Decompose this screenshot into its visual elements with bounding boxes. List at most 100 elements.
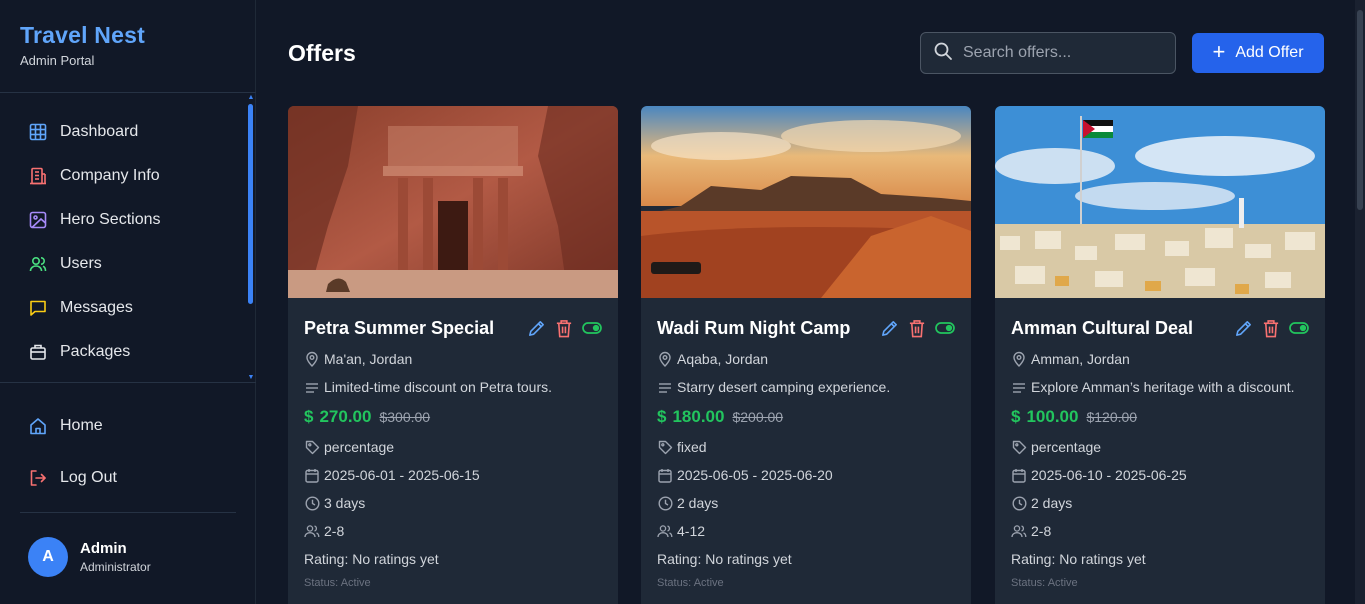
sidebar-item-messages[interactable]: Messages [0, 286, 246, 330]
page-scrollbar[interactable] [1355, 0, 1365, 604]
offer-location: Amman, Jordan [1011, 345, 1309, 373]
clock-icon [304, 495, 320, 511]
delete-icon[interactable] [554, 318, 574, 338]
offer-duration-text: 2 days [677, 495, 719, 511]
offer-price-current: 100.00 [1026, 407, 1079, 426]
delete-icon[interactable] [1261, 318, 1281, 338]
page-scrollbar-thumb[interactable] [1357, 10, 1363, 210]
scroll-down-arrow-icon[interactable]: ▼ [247, 374, 255, 382]
sidebar-item-label: Home [60, 417, 103, 434]
edit-icon[interactable] [879, 318, 899, 338]
grid-icon [28, 122, 48, 142]
package-icon [28, 342, 48, 362]
offer-card: Amman Cultural Deal Amman, Jordan Explor… [995, 106, 1325, 604]
offer-price-original: $300.00 [379, 409, 431, 425]
offer-description: Explore Amman’s heritage with a discount… [1011, 373, 1309, 401]
offer-description-text: Limited-time discount on Petra tours. [324, 379, 552, 395]
sidebar-item-packages[interactable]: Packages [0, 330, 246, 374]
sidebar-scrollbar[interactable]: ▲ ▼ [247, 94, 255, 382]
offer-image [288, 106, 618, 298]
tag-icon [1011, 439, 1027, 455]
offer-price: $ 100.00 $120.00 [1011, 401, 1309, 433]
offer-group-size: 4-12 [657, 517, 955, 545]
toggle-active-icon[interactable] [1289, 318, 1309, 338]
offer-discount-type: percentage [1011, 433, 1309, 461]
sidebar-item-company-info[interactable]: Company Info [0, 154, 246, 198]
offer-description: Limited-time discount on Petra tours. [304, 373, 602, 401]
scroll-up-arrow-icon[interactable]: ▲ [247, 94, 255, 102]
offer-price-current: 180.00 [672, 407, 725, 426]
calendar-icon [304, 467, 320, 483]
offer-rating: Rating: No ratings yet [1011, 551, 1146, 567]
sidebar-item-label: Users [60, 255, 102, 272]
users-icon [657, 523, 673, 539]
sidebar-item-hero-sections[interactable]: Hero Sections [0, 198, 246, 242]
offer-image [641, 106, 971, 298]
sidebar-item-logout[interactable]: Log Out [0, 452, 256, 504]
search-box[interactable] [920, 32, 1176, 74]
edit-icon[interactable] [1233, 318, 1253, 338]
add-offer-label: Add Offer [1235, 44, 1304, 61]
edit-icon[interactable] [526, 318, 546, 338]
offer-location-text: Amman, Jordan [1031, 351, 1130, 367]
offer-location-text: Ma'an, Jordan [324, 351, 413, 367]
brand: Travel Nest Admin Portal [20, 22, 145, 68]
sidebar-scrollbar-thumb[interactable] [248, 104, 253, 304]
offer-group-size: 2-8 [1011, 517, 1309, 545]
sidebar-item-home[interactable]: Home [0, 400, 256, 452]
clock-icon [657, 495, 673, 511]
sidebar-bottom-nav: Home Log Out [0, 400, 256, 504]
offer-discount-type: fixed [657, 433, 955, 461]
sidebar-item-dashboard[interactable]: Dashboard [0, 110, 246, 154]
sidebar-item-users[interactable]: Users [0, 242, 246, 286]
toggle-active-icon[interactable] [935, 318, 955, 338]
calendar-icon [657, 467, 673, 483]
offer-card: Petra Summer Special Ma'an, Jordan Limit… [288, 106, 618, 604]
user-role: Administrator [80, 560, 151, 574]
offer-group-size-text: 2-8 [324, 523, 345, 539]
calendar-icon [1011, 467, 1027, 483]
clock-icon [1011, 495, 1027, 511]
offer-description-text: Starry desert camping experience. [677, 379, 891, 395]
sidebar-item-label: Hero Sections [60, 211, 161, 228]
toggle-active-icon[interactable] [582, 318, 602, 338]
offer-dates: 2025-06-05 - 2025-06-20 [657, 461, 955, 489]
offer-status: Status: Active [657, 577, 724, 589]
users-icon [304, 523, 320, 539]
offer-price-original: $120.00 [1086, 409, 1138, 425]
offer-discount-type-text: percentage [324, 439, 395, 455]
sidebar-item-label: Packages [60, 343, 131, 360]
offer-discount-type-text: percentage [1031, 439, 1102, 455]
offer-price: $ 180.00 $200.00 [657, 401, 955, 433]
page-title: Offers [288, 40, 356, 66]
offer-location: Aqaba, Jordan [657, 345, 955, 373]
user-profile[interactable]: A Admin Administrator [28, 537, 151, 577]
plus-icon: + [1212, 39, 1226, 64]
offer-dates: 2025-06-10 - 2025-06-25 [1011, 461, 1309, 489]
offer-group-size-text: 4-12 [677, 523, 706, 539]
offer-duration-text: 3 days [324, 495, 366, 511]
offer-price: $ 270.00 $300.00 [304, 401, 602, 433]
add-offer-button[interactable]: + Add Offer [1192, 33, 1324, 73]
offer-status: Status: Active [1011, 577, 1078, 589]
offer-status: Status: Active [304, 577, 371, 589]
tag-icon [304, 439, 320, 455]
offer-dates-text: 2025-06-05 - 2025-06-20 [677, 467, 833, 483]
offer-location-text: Aqaba, Jordan [677, 351, 769, 367]
delete-icon[interactable] [907, 318, 927, 338]
tag-icon [657, 439, 673, 455]
offer-rating: Rating: No ratings yet [304, 551, 439, 567]
offer-card: Wadi Rum Night Camp Aqaba, Jordan Starry… [641, 106, 971, 604]
text-lines-icon [1011, 379, 1027, 395]
users-icon [1011, 523, 1027, 539]
logout-icon [28, 468, 48, 488]
offer-dates-text: 2025-06-10 - 2025-06-25 [1031, 467, 1187, 483]
avatar: A [28, 537, 68, 577]
brand-title[interactable]: Travel Nest [20, 22, 145, 49]
offer-duration: 3 days [304, 489, 602, 517]
search-input[interactable] [963, 44, 1163, 62]
offer-actions [1233, 318, 1309, 338]
offer-description-text: Explore Amman’s heritage with a discount… [1031, 379, 1295, 395]
offer-duration: 2 days [1011, 489, 1309, 517]
image-icon [28, 210, 48, 230]
